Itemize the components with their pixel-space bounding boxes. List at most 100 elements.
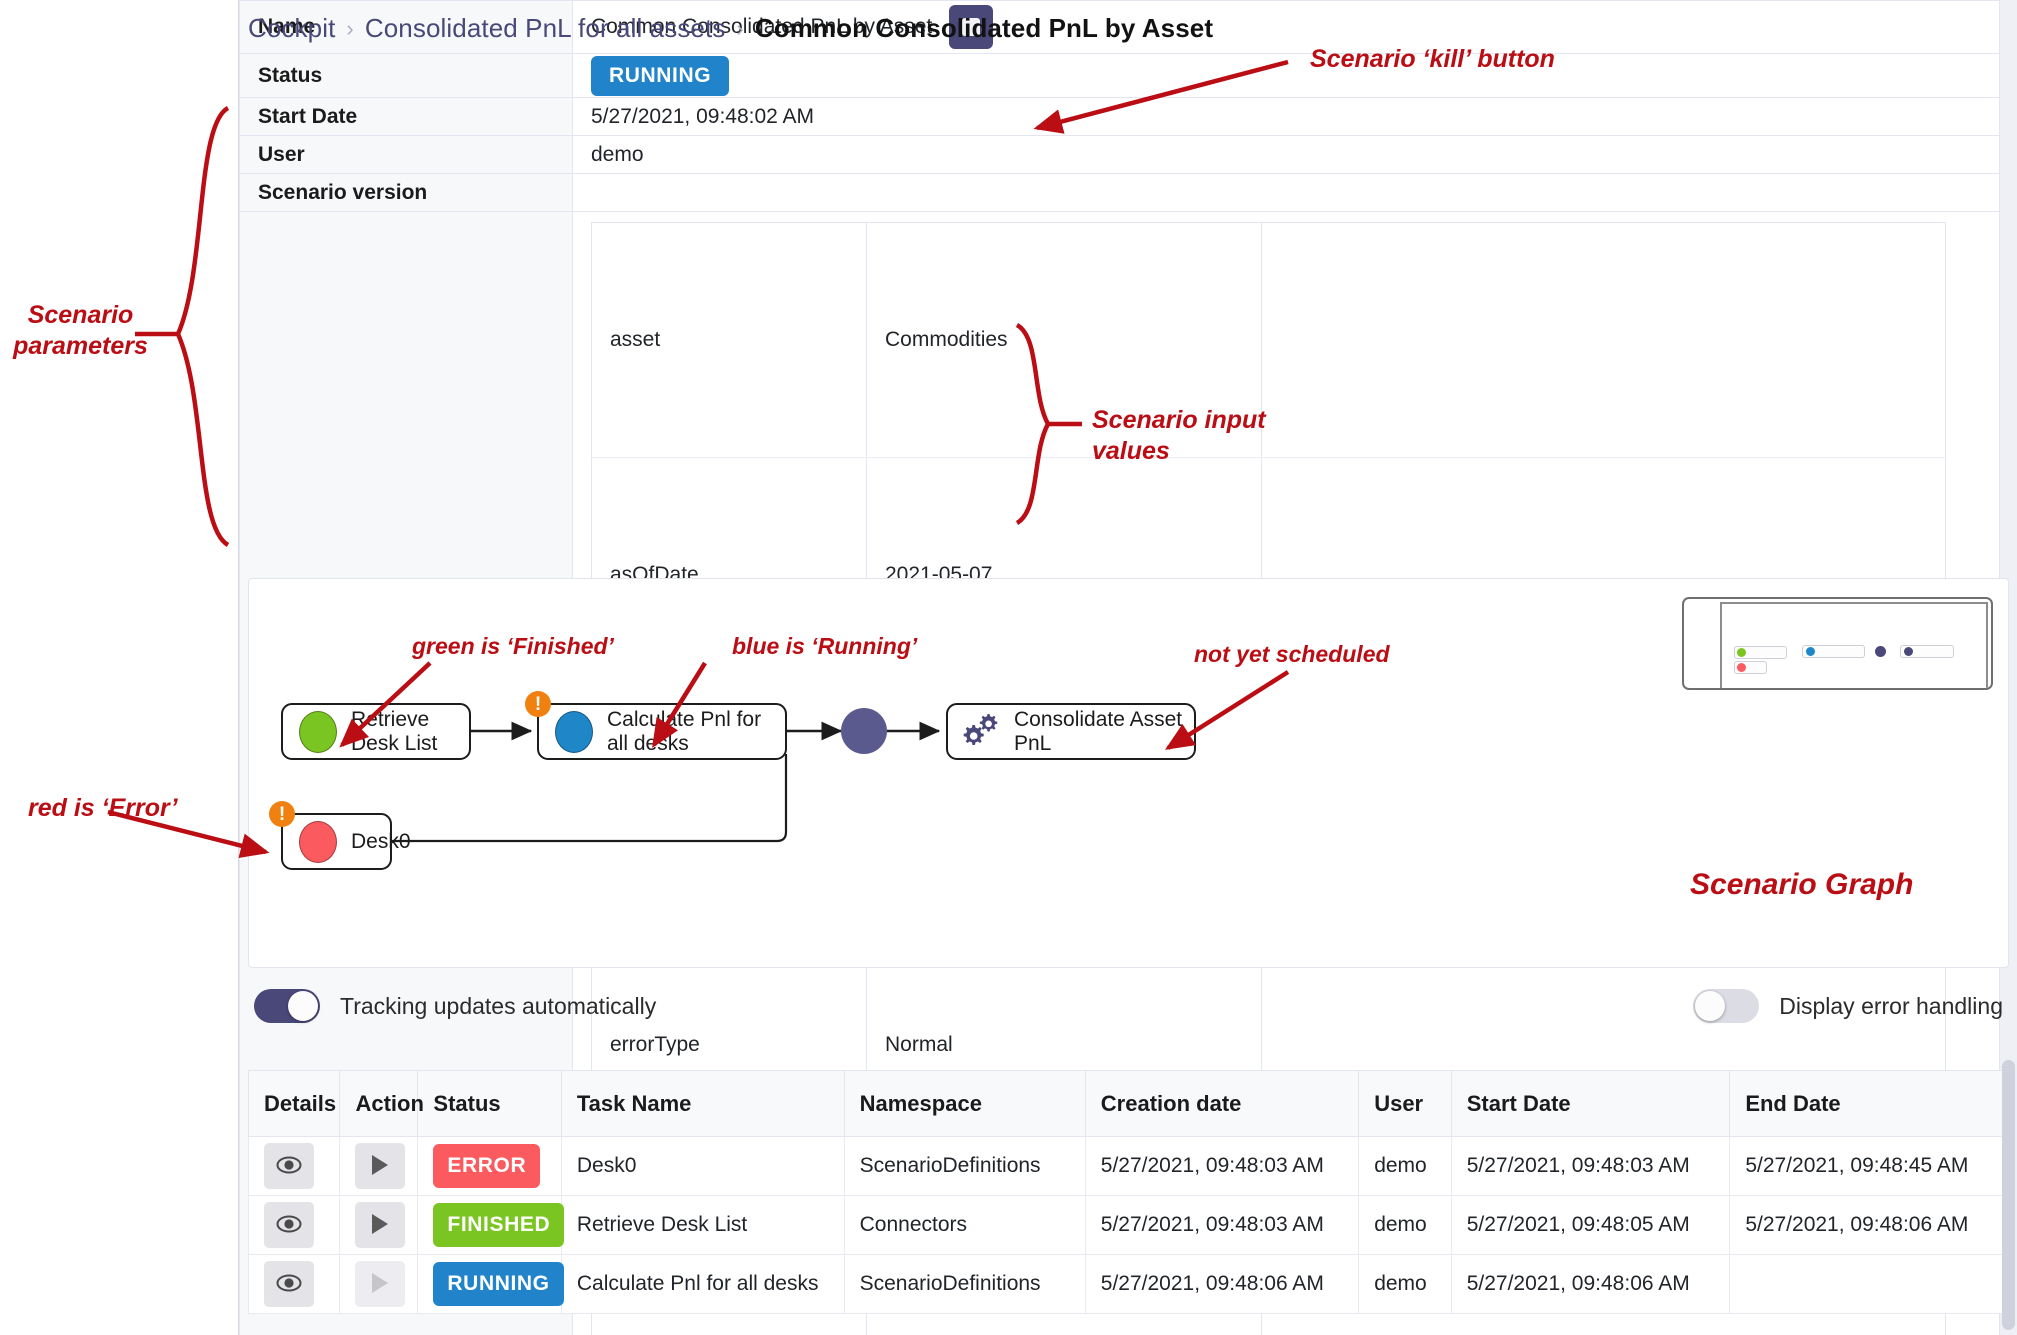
- table-row: RUNNING Calculate Pnl for all desks Scenar…: [247, 1254, 2009, 1314]
- annotation-scenario-parameters: Scenario parameters: [13, 301, 148, 361]
- minimap-dot-pending: [1904, 647, 1913, 656]
- status-cell: FINISHED: [417, 1195, 565, 1255]
- input-parameter-spacer: [1261, 222, 1946, 458]
- graph-node-calculate-pnl[interactable]: Calculate Pnl for all desks: [537, 703, 787, 760]
- graph-node-label: Desk0: [351, 829, 411, 853]
- application-root: Cockpit › Consolidated PnL for all asset…: [238, 0, 2017, 1335]
- value-start-date: 5/27/2021, 09:48:02 AM: [572, 97, 2000, 136]
- value-status-cell: RUNNING: [572, 53, 2000, 98]
- tasks-column-header[interactable]: Details: [247, 1070, 341, 1137]
- tasks-column-header[interactable]: Action: [339, 1070, 424, 1137]
- input-parameter-key: asset: [591, 222, 867, 458]
- minimap-viewport[interactable]: [1720, 602, 1988, 688]
- table-row-user: User demo: [239, 135, 2000, 174]
- tasks-column-header[interactable]: Namespace: [843, 1070, 1086, 1137]
- table-row-start-date: Start Date 5/27/2021, 09:48:02 AM: [239, 97, 2000, 136]
- user-cell: demo: [1358, 1136, 1452, 1196]
- display-error-handling-label: Display error handling: [1779, 992, 2003, 1019]
- label-start-date: Start Date: [239, 97, 573, 136]
- details-button[interactable]: [264, 1261, 314, 1307]
- input-parameter-row: asset Commodities: [591, 222, 1946, 458]
- user-cell: demo: [1358, 1254, 1452, 1314]
- graph-node-join[interactable]: [841, 708, 887, 754]
- run-action-button[interactable]: [355, 1202, 406, 1248]
- chevron-right-icon: ›: [736, 15, 744, 41]
- minimap-dot-finished: [1737, 648, 1746, 657]
- graph-node-consolidate-asset-pnl[interactable]: Consolidate Asset PnL: [946, 703, 1196, 760]
- tasks-column-header[interactable]: End Date: [1729, 1070, 2009, 1137]
- tasks-table: Details Action Status Task Name Namespace Cre…: [247, 1070, 2009, 1314]
- graph-node-label: Calculate Pnl for all desks: [607, 707, 762, 755]
- details-button[interactable]: [264, 1202, 314, 1248]
- status-badge: RUNNING: [433, 1262, 564, 1306]
- eye-icon: [276, 1270, 302, 1299]
- chevron-right-icon: ›: [346, 15, 354, 41]
- annotation-scenario-input-values: Scenario input values: [1092, 406, 1266, 466]
- creation-date-cell: 5/27/2021, 09:48:06 AM: [1084, 1254, 1360, 1314]
- tasks-column-header[interactable]: User: [1358, 1070, 1452, 1137]
- warning-icon: !: [269, 801, 295, 827]
- vertical-scrollbar[interactable]: [2002, 1060, 2015, 1330]
- annotation-scenario-graph: Scenario Graph: [1690, 868, 1914, 901]
- annotation-blue-running: blue is ‘Running’: [732, 633, 918, 659]
- tasks-table-container: Details Action Status Task Name Namespace Cre…: [247, 1070, 2009, 1314]
- tasks-table-header-row: Details Action Status Task Name Namespace Cre…: [247, 1070, 2009, 1137]
- tasks-column-header[interactable]: Status: [417, 1070, 562, 1137]
- label-user: User: [239, 135, 573, 174]
- table-row-status: Status RUNNING: [239, 53, 2000, 98]
- start-date-cell: 5/27/2021, 09:48:05 AM: [1450, 1195, 1731, 1255]
- details-cell: [247, 1195, 341, 1255]
- status-badge: RUNNING: [591, 55, 730, 96]
- creation-date-cell: 5/27/2021, 09:48:03 AM: [1084, 1195, 1360, 1255]
- breadcrumb-item-cockpit[interactable]: Cockpit: [248, 13, 335, 44]
- tasks-table-body: ERROR Desk0 ScenarioDefinitions 5/27/2021, …: [247, 1136, 2009, 1314]
- toggle-knob: [288, 991, 318, 1021]
- end-date-cell: [1729, 1254, 2009, 1314]
- play-icon: [369, 1153, 391, 1180]
- graph-minimap[interactable]: [1682, 597, 1993, 690]
- action-cell: [339, 1254, 419, 1314]
- status-badge: ERROR: [433, 1144, 541, 1188]
- graph-node-desk0[interactable]: Desk0: [281, 813, 411, 870]
- tasks-column-header[interactable]: Start Date: [1450, 1070, 1731, 1137]
- start-date-cell: 5/27/2021, 09:48:06 AM: [1450, 1254, 1731, 1314]
- tracking-updates-label: Tracking updates automatically: [340, 992, 657, 1019]
- status-badge: FINISHED: [433, 1203, 565, 1247]
- annotation-kill-button: Scenario ‘kill’ button: [1310, 45, 1555, 73]
- start-date-cell: 5/27/2021, 09:48:03 AM: [1450, 1136, 1731, 1196]
- minimap-dot-error: [1737, 663, 1746, 672]
- breadcrumb-item-consolidated-pnl[interactable]: Consolidated PnL for all assets: [365, 13, 726, 44]
- task-name-cell: Retrieve Desk List: [560, 1195, 845, 1255]
- namespace-cell: ScenarioDefinitions: [843, 1136, 1086, 1196]
- graph-node-retrieve-desk-list[interactable]: Retrieve Desk List: [281, 703, 471, 760]
- tasks-column-header[interactable]: Task Name: [560, 1070, 845, 1137]
- table-row: FINISHED Retrieve Desk List Connectors 5/27…: [247, 1195, 2009, 1255]
- status-dot-error-icon: [299, 820, 337, 863]
- run-action-button[interactable]: [355, 1143, 406, 1189]
- user-cell: demo: [1358, 1195, 1452, 1255]
- eye-icon: [276, 1211, 302, 1240]
- graph-node-label: Consolidate Asset PnL: [1014, 707, 1183, 755]
- namespace-cell: ScenarioDefinitions: [843, 1254, 1086, 1314]
- task-name-cell: Desk0: [560, 1136, 845, 1196]
- minimap-dot-running: [1806, 647, 1815, 656]
- minimap-dot-join: [1875, 646, 1886, 657]
- namespace-cell: Connectors: [843, 1195, 1086, 1255]
- task-name-cell: Calculate Pnl for all desks: [560, 1254, 845, 1314]
- details-cell: [247, 1136, 341, 1196]
- table-row: ERROR Desk0 ScenarioDefinitions 5/27/2021, …: [247, 1136, 2009, 1196]
- tracking-updates-toggle[interactable]: [254, 989, 320, 1023]
- details-cell: [247, 1254, 341, 1314]
- status-dot-running-icon: [555, 710, 593, 753]
- creation-date-cell: 5/27/2021, 09:48:03 AM: [1084, 1136, 1360, 1196]
- annotation-red-error: red is ‘Error’: [28, 794, 178, 822]
- run-action-button: [355, 1261, 406, 1307]
- action-cell: [339, 1195, 419, 1255]
- gears-icon: [962, 712, 1000, 752]
- tasks-column-header[interactable]: Creation date: [1084, 1070, 1360, 1137]
- display-error-handling-toggle[interactable]: [1693, 989, 1760, 1023]
- warning-icon: !: [525, 691, 551, 717]
- status-cell: ERROR: [417, 1136, 562, 1196]
- play-icon: [369, 1271, 391, 1298]
- details-button[interactable]: [264, 1143, 314, 1189]
